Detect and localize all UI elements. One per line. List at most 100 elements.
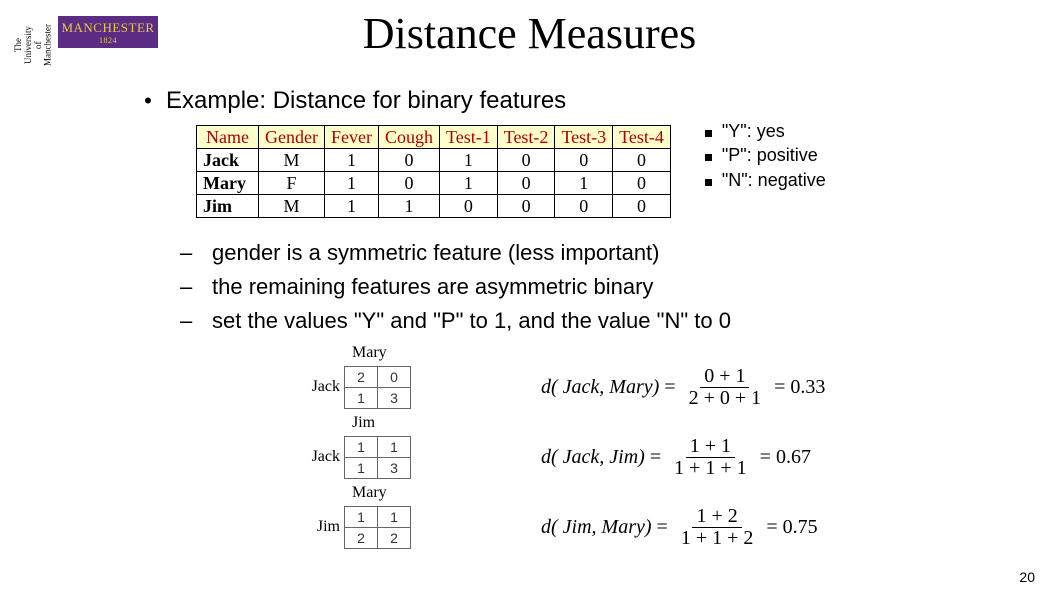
cell: 0 [497, 195, 555, 218]
fraction: 1 + 2 1 + 1 + 2 [677, 506, 758, 549]
mini-matrix: 11 13 [344, 436, 411, 479]
bullet-square-icon [705, 179, 712, 186]
mcell: 1 [345, 506, 378, 527]
equals-icon: = [769, 376, 790, 399]
matrix-group: Jim Jack 11 13 d( Jack, Jim) = 1 + 1 1 +… [290, 414, 1059, 484]
main-bullet: • Example: Distance for binary features [130, 87, 1059, 115]
distance-formula: d( Jack, Jim) = 1 + 1 1 + 1 + 1 = 0.67 [541, 436, 811, 479]
table-row: Mary F 1 0 1 0 1 0 [197, 172, 671, 195]
denominator: 1 + 1 + 2 [677, 528, 758, 549]
mcell: 1 [378, 436, 411, 457]
cell: 0 [555, 149, 613, 172]
example-label: Example: Distance for binary features [166, 87, 566, 115]
numerator: 1 + 2 [692, 506, 741, 528]
university-logo: The University of Manchester MANCHESTER … [8, 16, 158, 48]
equals-icon: = [755, 446, 776, 469]
mcell: 2 [378, 527, 411, 548]
feature-table: Name Gender Fever Cough Test-1 Test-2 Te… [196, 125, 671, 218]
result: 0.33 [790, 376, 825, 399]
mcell: 1 [345, 457, 378, 478]
dash-text: set the values "Y" and "P" to 1, and the… [212, 304, 731, 338]
table-header-row: Name Gender Fever Cough Test-1 Test-2 Te… [197, 126, 671, 149]
numerator: 1 + 1 [686, 436, 735, 458]
legend-item: "Y": yes [705, 119, 826, 143]
matrix-row-label: Jack [290, 448, 344, 466]
th-test4: Test-4 [613, 126, 671, 149]
table-legend-row: Name Gender Fever Cough Test-1 Test-2 Te… [130, 115, 1059, 218]
dash-item: – the remaining features are asymmetric … [180, 270, 1059, 304]
mcell: 3 [378, 457, 411, 478]
equals-icon: = [652, 516, 673, 539]
cell: 1 [324, 149, 378, 172]
cell: 1 [324, 195, 378, 218]
mini-matrix: 11 22 [344, 506, 411, 549]
cell: 0 [497, 172, 555, 195]
equals-icon: = [659, 376, 680, 399]
legend-text: "Y": yes [722, 119, 785, 143]
table-row: Jim M 1 1 0 0 0 0 [197, 195, 671, 218]
logo-badge: MANCHESTER 1824 [58, 16, 158, 48]
table-row: Jack M 1 0 1 0 0 0 [197, 149, 671, 172]
mcell: 3 [378, 387, 411, 408]
slide-content: • Example: Distance for binary features … [130, 87, 1059, 554]
matrix-row-label: Jim [290, 518, 344, 536]
bullet-icon: • [130, 88, 166, 114]
cell: 0 [613, 149, 671, 172]
cell: 1 [555, 172, 613, 195]
dash-icon: – [180, 304, 212, 338]
cell-name: Jim [197, 195, 259, 218]
bullet-square-icon [705, 130, 712, 137]
cell-name: Jack [197, 149, 259, 172]
equals-icon: = [761, 516, 782, 539]
mcell: 2 [345, 527, 378, 548]
dash-icon: – [180, 270, 212, 304]
dash-icon: – [180, 236, 212, 270]
cell: 1 [378, 195, 439, 218]
denominator: 1 + 1 + 1 [670, 458, 751, 479]
matrix-row: Jack 20 13 d( Jack, Mary) = 0 + 1 2 + 0 … [290, 360, 1059, 414]
matrix-group: Mary Jack 20 13 d( Jack, Mary) = 0 + 1 2… [290, 344, 1059, 414]
matrix-group: Mary Jim 11 22 d( Jim, Mary) = 1 + 2 1 +… [290, 484, 1059, 554]
legend-item: "P": positive [705, 143, 826, 167]
matrix-row-label: Jack [290, 378, 344, 396]
matrix-row: Jack 11 13 d( Jack, Jim) = 1 + 1 1 + 1 +… [290, 430, 1059, 484]
dash-text: gender is a symmetric feature (less impo… [212, 236, 660, 270]
legend-text: "P": positive [722, 143, 818, 167]
th-test2: Test-2 [497, 126, 555, 149]
logo-main: MANCHESTER [61, 20, 154, 36]
legend-item: "N": negative [705, 168, 826, 192]
distance-formula: d( Jim, Mary) = 1 + 2 1 + 1 + 2 = 0.75 [541, 506, 818, 549]
mcell: 1 [378, 506, 411, 527]
distance-formula: d( Jack, Mary) = 0 + 1 2 + 0 + 1 = 0.33 [541, 366, 825, 409]
dash-text: the remaining features are asymmetric bi… [212, 270, 653, 304]
matrices-area: Mary Jack 20 13 d( Jack, Mary) = 0 + 1 2… [290, 344, 1059, 554]
cell: 0 [378, 172, 439, 195]
cell: 0 [555, 195, 613, 218]
page-number: 20 [1019, 569, 1035, 585]
dash-item: – set the values "Y" and "P" to 1, and t… [180, 304, 1059, 338]
logo-year: 1824 [99, 36, 117, 45]
fraction: 0 + 1 2 + 0 + 1 [685, 366, 766, 409]
th-test1: Test-1 [439, 126, 497, 149]
cell: 0 [497, 149, 555, 172]
cell: 1 [439, 149, 497, 172]
matrix-row: Jim 11 22 d( Jim, Mary) = 1 + 2 1 + 1 + … [290, 500, 1059, 554]
denominator: 2 + 0 + 1 [685, 388, 766, 409]
formula-lhs: d( Jack, Jim) [541, 446, 645, 469]
legend-text: "N": negative [722, 168, 826, 192]
th-gender: Gender [258, 126, 324, 149]
th-name: Name [197, 126, 259, 149]
cell: F [258, 172, 324, 195]
result: 0.75 [783, 516, 818, 539]
cell-name: Mary [197, 172, 259, 195]
cell: 1 [439, 172, 497, 195]
formula-lhs: d( Jack, Mary) [541, 376, 659, 399]
fraction: 1 + 1 1 + 1 + 1 [670, 436, 751, 479]
cell: M [258, 149, 324, 172]
formula-lhs: d( Jim, Mary) [541, 516, 652, 539]
dash-list: – gender is a symmetric feature (less im… [180, 236, 1059, 338]
dash-item: – gender is a symmetric feature (less im… [180, 236, 1059, 270]
th-fever: Fever [324, 126, 378, 149]
cell: M [258, 195, 324, 218]
slide-title: Distance Measures [0, 8, 1059, 59]
